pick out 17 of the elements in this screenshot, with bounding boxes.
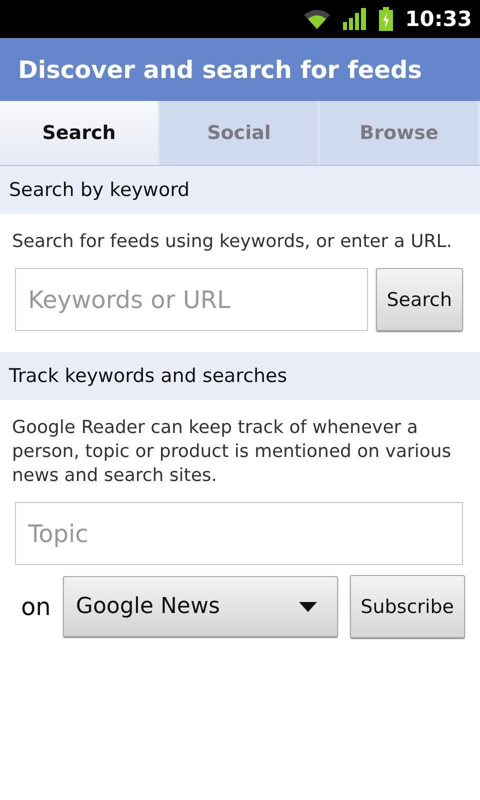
wifi-icon (303, 8, 332, 30)
status-time: 10:33 (405, 7, 472, 31)
section-header: Track keywords and searches (0, 352, 480, 400)
battery-icon (379, 7, 394, 31)
search-button[interactable]: Search (376, 268, 463, 331)
tab[interactable]: Search (0, 101, 160, 165)
on-label: on (21, 592, 51, 620)
section-description: Search for feeds using keywords, or enter a URL. (11, 230, 454, 254)
topic-input-field[interactable]: Topic (15, 502, 463, 565)
section-header: Search by keyword (0, 166, 480, 214)
signal-icon (343, 8, 368, 30)
subscribe-button[interactable]: Subscribe (350, 575, 465, 638)
source-dropdown[interactable]: Google News (62, 576, 338, 637)
screen-title: Discover and search for feeds (18, 56, 422, 84)
keyword-input-field[interactable]: Keywords or URL (15, 268, 368, 331)
section-description: Google Reader can keep track of whenever a person, topic or product is mentioned on various news and search sites. (11, 416, 452, 488)
caret-icon (298, 602, 317, 612)
